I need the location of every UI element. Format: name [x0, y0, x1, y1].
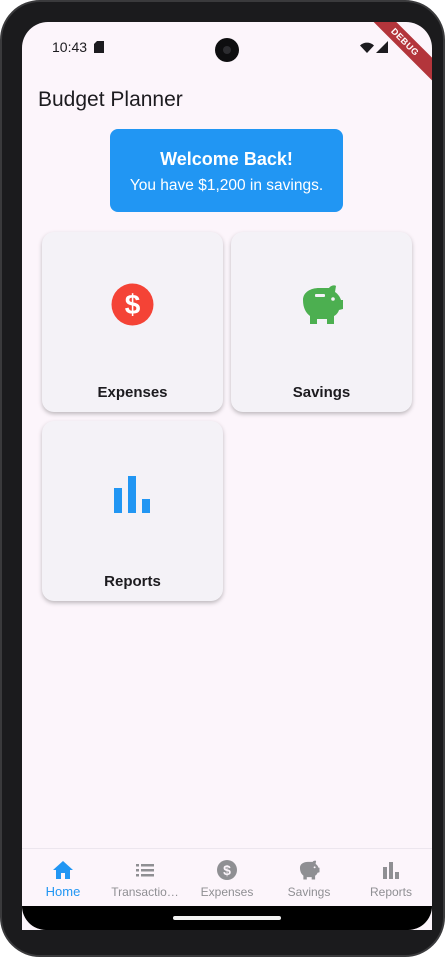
svg-text:$: $ [125, 289, 141, 320]
nav-label-savings: Savings [287, 885, 331, 899]
nav-item-reports[interactable]: Reports [350, 849, 432, 907]
gesture-bar [22, 906, 432, 930]
sim-card-icon [94, 41, 104, 53]
piggy-bank-icon [299, 860, 320, 880]
welcome-card: Welcome Back! You have $1,200 in savings… [110, 129, 343, 212]
screen: 10:43 DEBUG Budget Planner Welcome Back!… [22, 22, 432, 930]
status-bar: 10:43 DEBUG [22, 22, 432, 87]
welcome-title: Welcome Back! [160, 149, 293, 169]
device-frame: 10:43 DEBUG Budget Planner Welcome Back!… [0, 0, 445, 957]
nav-label-home: Home [45, 884, 81, 899]
svg-text:$: $ [223, 862, 231, 878]
bar-chart-icon [383, 862, 399, 879]
nav-item-savings[interactable]: Savings [268, 849, 350, 907]
home-icon [53, 861, 73, 879]
dollar-circle-icon: $ [217, 860, 237, 880]
tile-reports[interactable]: Reports [42, 421, 223, 601]
welcome-subtitle: You have $1,200 in savings. [129, 177, 324, 194]
debug-banner: DEBUG [360, 22, 432, 87]
tile-label-expenses: Expenses [97, 384, 168, 401]
front-camera [215, 38, 239, 62]
list-icon [136, 864, 154, 877]
nav-item-transactions[interactable]: Transactio… [104, 849, 186, 907]
bar-chart-icon [114, 476, 150, 513]
home-indicator[interactable] [173, 916, 281, 920]
piggy-bank-icon [303, 285, 343, 324]
nav-label-expenses: Expenses [200, 885, 254, 899]
nav-label-reports: Reports [369, 885, 413, 899]
nav-label-transactions: Transactio… [111, 885, 179, 899]
page-title: Budget Planner [38, 88, 183, 111]
bottom-navigation: Home Transactio… $ Expenses Savings Repo… [22, 848, 432, 907]
nav-item-home[interactable]: Home [22, 849, 104, 907]
tile-label-reports: Reports [104, 573, 161, 590]
dollar-circle-icon: $ [111, 283, 154, 326]
tile-savings[interactable]: Savings [231, 232, 412, 412]
tile-expenses[interactable]: $ Expenses [42, 232, 223, 412]
status-time: 10:43 [52, 39, 88, 55]
signal-icon [376, 41, 388, 53]
nav-item-expenses[interactable]: $ Expenses [186, 849, 268, 907]
wifi-icon [360, 42, 374, 53]
tile-label-savings: Savings [292, 384, 351, 401]
